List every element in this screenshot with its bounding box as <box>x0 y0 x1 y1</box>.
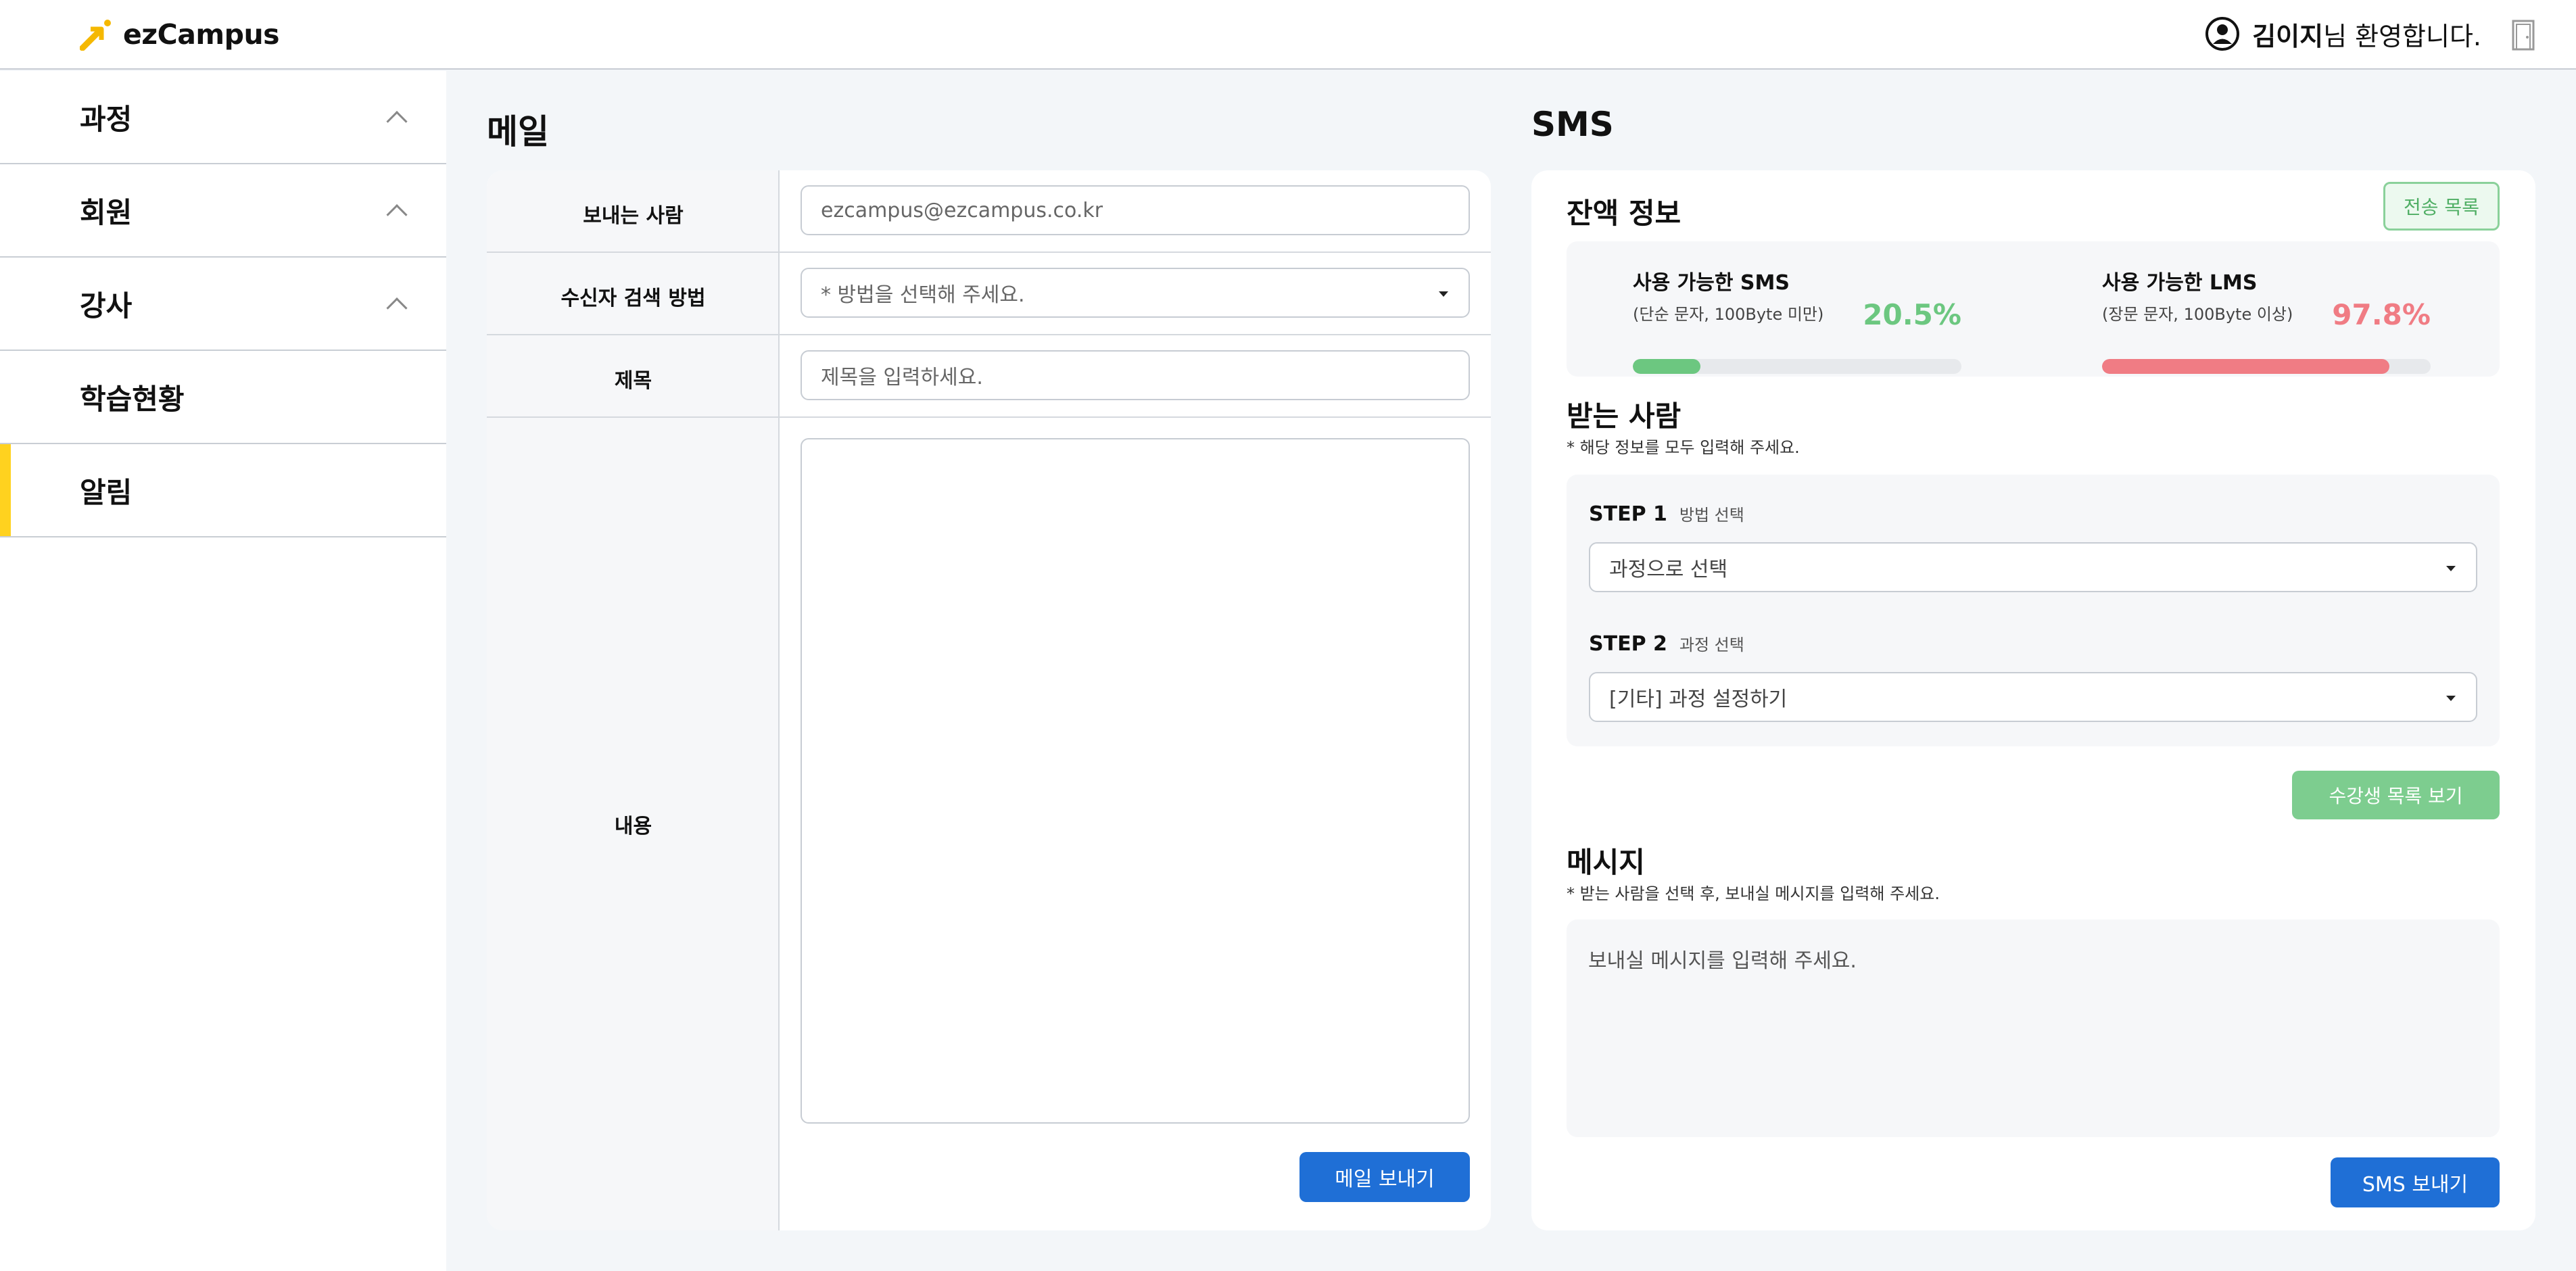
user-greeting: 김이지 님 환영합니다. <box>2205 15 2481 53</box>
step1-desc: 방법 선택 <box>1679 506 1744 525</box>
chevron-up-icon[interactable] <box>386 204 408 226</box>
chevron-up-icon[interactable] <box>386 297 408 319</box>
recipient-note: * 해당 정보를 모두 입력해 주세요. <box>1567 438 1800 457</box>
sender-field[interactable]: ezcampus@ezcampus.co.kr <box>801 185 1470 235</box>
message-title: 메시지 <box>1567 846 1645 879</box>
message-note: * 받는 사람을 선택 후, 보내실 메시지를 입력해 주세요. <box>1567 884 1940 903</box>
sender-label: 보내는 사람 <box>583 204 684 228</box>
logo[interactable]: ezCampus <box>80 18 280 51</box>
sidebar-item-label: 알림 <box>80 475 133 509</box>
sidebar-item-instructors[interactable]: 강사 <box>0 258 446 351</box>
logo-icon <box>80 20 111 51</box>
mail-form: 보내는 사람 ezcampus@ezcampus.co.kr 수신자 검색 방법… <box>487 170 1491 1230</box>
logout-icon[interactable] <box>2511 19 2535 51</box>
sidebar-item-label: 강사 <box>80 289 133 322</box>
sms-progress-fill <box>1633 359 1700 374</box>
sms-balance: 사용 가능한 SMS (단순 문자, 100Byte 미만) 20.5% <box>1633 266 1961 374</box>
recipient-title: 받는 사람 <box>1567 400 1681 433</box>
subject-row: 제목 제목을 입력하세요. <box>487 335 1491 418</box>
lms-progress-track <box>2102 359 2431 374</box>
step2-course-select[interactable]: [기타] 과정 설정하기 <box>1589 672 2477 722</box>
sidebar-item-label: 학습현황 <box>80 382 185 416</box>
content-label: 내용 <box>614 815 652 838</box>
balance-title: 잔액 정보 <box>1567 197 1681 230</box>
step2-title: STEP 2 <box>1589 632 1667 656</box>
balance-info: 사용 가능한 SMS (단순 문자, 100Byte 미만) 20.5% 사용 … <box>1567 241 2500 377</box>
sidebar-item-members[interactable]: 회원 <box>0 164 446 258</box>
search-method-select[interactable]: * 방법을 선택해 주세요. <box>801 268 1470 318</box>
step2-select-value: [기타] 과정 설정하기 <box>1609 688 1788 711</box>
lms-balance-percent: 97.8% <box>2332 298 2431 331</box>
search-method-placeholder: * 방법을 선택해 주세요. <box>821 283 1025 307</box>
sms-progress-track <box>1633 359 1961 374</box>
send-mail-button[interactable]: 메일 보내기 <box>1299 1152 1470 1202</box>
search-method-row: 수신자 검색 방법 * 방법을 선택해 주세요. <box>487 253 1491 335</box>
chevron-up-icon[interactable] <box>386 111 408 133</box>
logo-text: ezCampus <box>123 18 280 51</box>
step2-label: STEP 2 과정 선택 <box>1589 631 1744 656</box>
recipient-steps: STEP 1 방법 선택 과정으로 선택 STEP 2 과정 선택 [기타] 과정 … <box>1567 475 2500 746</box>
sms-title: SMS <box>1531 105 1614 144</box>
send-sms-button[interactable]: SMS 보내기 <box>2331 1157 2500 1207</box>
sidebar-item-course[interactable]: 과정 <box>0 71 446 164</box>
lms-balance-title: 사용 가능한 LMS <box>2102 271 2258 295</box>
sidebar: 과정 회원 강사 학습현황 알림 <box>0 71 446 1271</box>
lms-progress-fill <box>2102 359 2390 374</box>
caret-down-icon <box>2446 566 2456 571</box>
sidebar-item-label: 회원 <box>80 195 133 229</box>
caret-down-icon <box>1439 291 1448 297</box>
step1-method-select[interactable]: 과정으로 선택 <box>1589 542 2477 592</box>
lms-balance: 사용 가능한 LMS (장문 문자, 100Byte 이상) 97.8% <box>2102 266 2431 374</box>
sms-balance-title: 사용 가능한 SMS <box>1633 271 1790 295</box>
top-header: ezCampus 김이지 님 환영합니다. <box>0 0 2576 70</box>
user-icon[interactable] <box>2205 16 2240 51</box>
sms-balance-percent: 20.5% <box>1863 298 1961 331</box>
student-list-button[interactable]: 수강생 목록 보기 <box>2292 771 2500 819</box>
subject-input[interactable]: 제목을 입력하세요. <box>801 350 1470 400</box>
step2-desc: 과정 선택 <box>1679 636 1744 654</box>
content-textarea[interactable] <box>801 438 1470 1124</box>
user-name: 김이지 <box>2252 21 2324 51</box>
step1-title: STEP 1 <box>1589 502 1667 526</box>
caret-down-icon <box>2446 696 2456 701</box>
sidebar-item-notifications[interactable]: 알림 <box>0 444 446 537</box>
step1-label: STEP 1 방법 선택 <box>1589 502 1744 526</box>
mail-title: 메일 <box>487 112 549 151</box>
subject-label: 제목 <box>614 369 652 393</box>
step1-select-value: 과정으로 선택 <box>1609 558 1728 581</box>
welcome-text: 님 환영합니다. <box>2323 21 2481 51</box>
sender-row: 보내는 사람 ezcampus@ezcampus.co.kr <box>487 170 1491 253</box>
sidebar-item-learning-status[interactable]: 학습현황 <box>0 351 446 444</box>
sidebar-item-label: 과정 <box>80 102 133 136</box>
message-textarea[interactable]: 보내실 메시지를 입력해 주세요. <box>1567 919 2500 1137</box>
send-history-button[interactable]: 전송 목록 <box>2383 182 2500 231</box>
sms-panel: 잔액 정보 전송 목록 사용 가능한 SMS (단순 문자, 100Byte 미… <box>1531 170 2535 1230</box>
search-method-label: 수신자 검색 방법 <box>560 287 706 310</box>
